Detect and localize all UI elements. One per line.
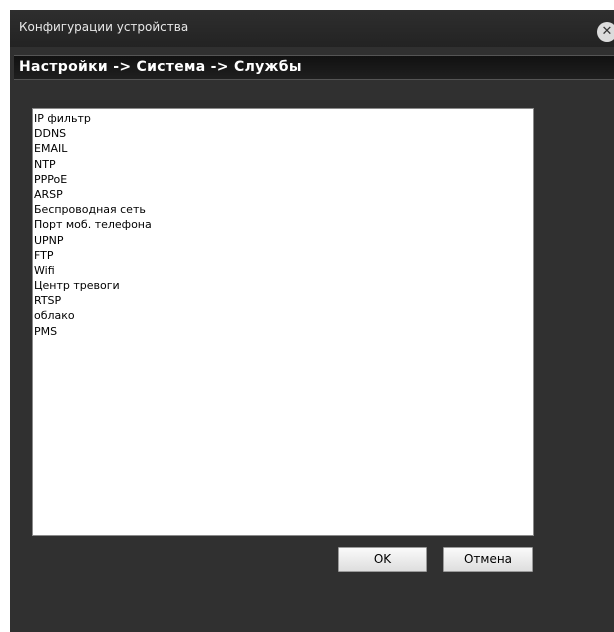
list-item-upnp[interactable]: UPNP — [33, 233, 533, 248]
device-config-window: Конфигурации устройства ✕ Настройки -> С… — [10, 10, 614, 632]
list-item-ftp[interactable]: FTP — [33, 248, 533, 263]
ok-button[interactable]: OK — [338, 547, 427, 572]
list-item-wireless[interactable]: Беспроводная сеть — [33, 202, 533, 217]
cancel-button[interactable]: Отмена — [443, 547, 533, 572]
breadcrumb: Настройки -> Система -> Службы — [14, 55, 614, 80]
breadcrumb-text: Настройки -> Система -> Службы — [19, 59, 302, 75]
title-bar[interactable]: Конфигурации устройства ✕ — [10, 10, 614, 47]
services-list[interactable]: IP фильтр DDNS EMAIL NTP PPPoE ARSP Бесп… — [32, 108, 534, 536]
list-item-mobile-port[interactable]: Порт моб. телефона — [33, 217, 533, 232]
list-item-alarm-center[interactable]: Центр тревоги — [33, 278, 533, 293]
list-item-cloud[interactable]: облако — [33, 308, 533, 323]
list-item-pppoe[interactable]: PPPoE — [33, 172, 533, 187]
list-item-ddns[interactable]: DDNS — [33, 126, 533, 141]
list-item-ip-filter[interactable]: IP фильтр — [33, 111, 533, 126]
list-item-email[interactable]: EMAIL — [33, 141, 533, 156]
list-item-ntp[interactable]: NTP — [33, 157, 533, 172]
list-item-wifi[interactable]: Wifi — [33, 263, 533, 278]
list-item-rtsp[interactable]: RTSP — [33, 293, 533, 308]
list-item-pms[interactable]: PMS — [33, 324, 533, 339]
close-icon[interactable]: ✕ — [597, 22, 614, 42]
list-item-arsp[interactable]: ARSP — [33, 187, 533, 202]
window-title: Конфигурации устройства — [19, 20, 189, 34]
